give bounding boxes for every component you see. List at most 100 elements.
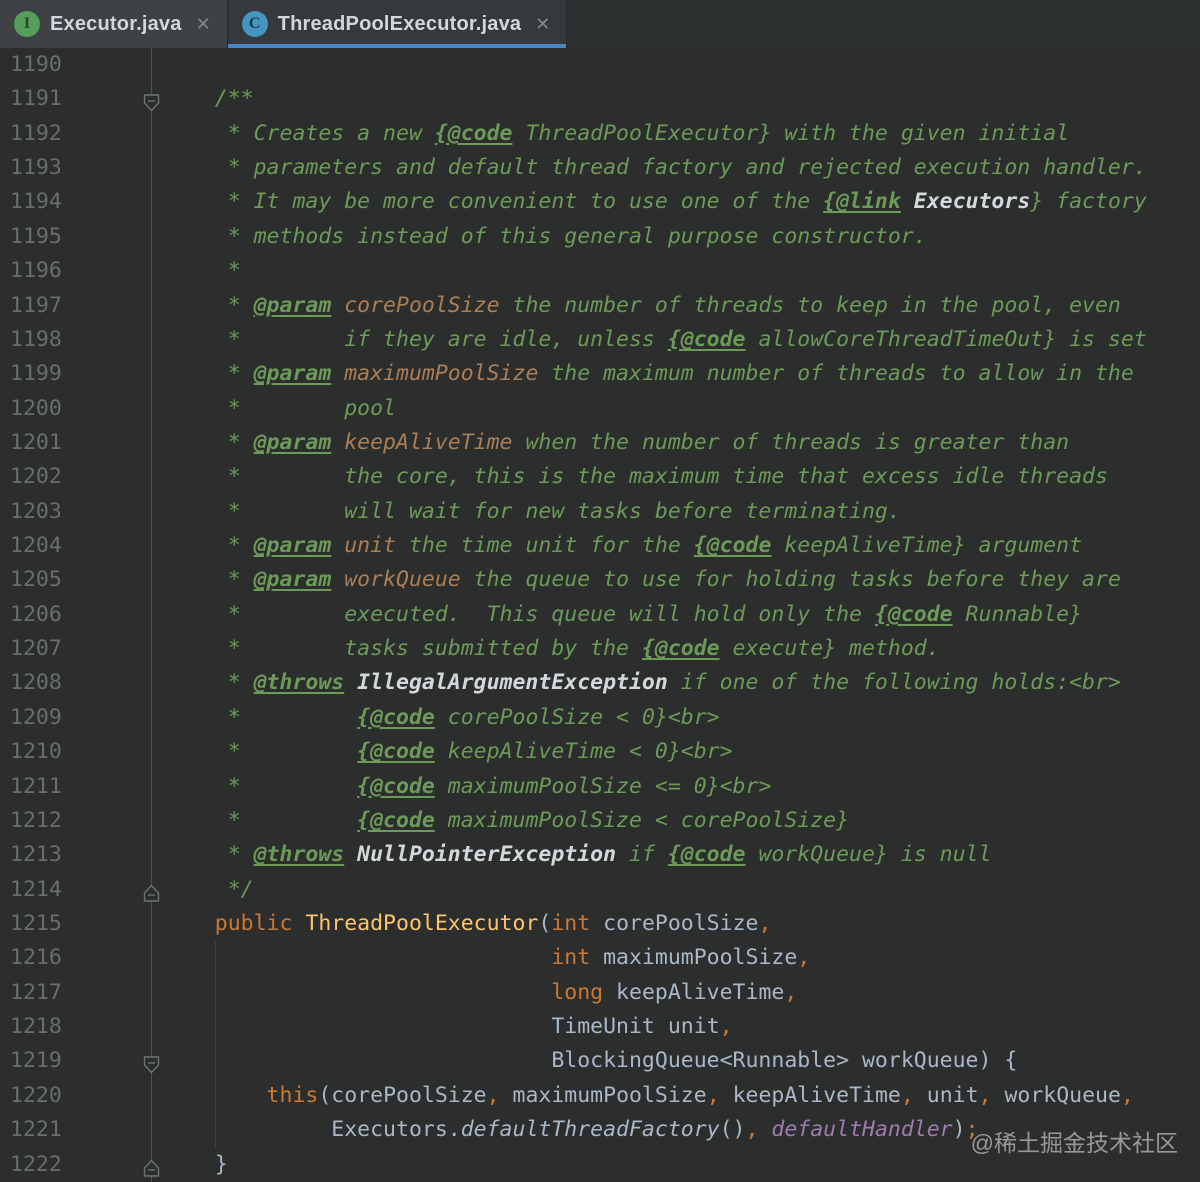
code-text[interactable]: } xyxy=(163,1148,228,1182)
line-number[interactable]: 1207 xyxy=(0,632,62,666)
code-text[interactable]: * {@code corePoolSize < 0}<br> xyxy=(163,701,720,735)
fold-gutter xyxy=(62,598,163,632)
line-number[interactable]: 1216 xyxy=(0,941,62,975)
line-number[interactable]: 1199 xyxy=(0,357,62,391)
code-text[interactable]: * @param maximumPoolSize the maximum num… xyxy=(163,357,1134,391)
fold-collapse-end-icon[interactable] xyxy=(141,1155,162,1177)
code-text[interactable]: * Creates a new {@code ThreadPoolExecuto… xyxy=(163,117,1069,151)
close-icon[interactable]: ✕ xyxy=(196,14,211,35)
code-editor[interactable]: 1190 1191 /** 1192 * Creates a new {@code … xyxy=(0,48,1200,1182)
code-text[interactable]: * @param corePoolSize the number of thre… xyxy=(163,289,1121,323)
fold-gutter xyxy=(62,632,163,666)
code-text[interactable]: public ThreadPoolExecutor(int corePoolSi… xyxy=(163,907,772,941)
code-text[interactable]: * pool xyxy=(163,392,396,426)
line-number[interactable]: 1192 xyxy=(0,117,62,151)
code-text[interactable]: int maximumPoolSize, xyxy=(163,941,810,975)
line-number[interactable]: 1208 xyxy=(0,666,62,700)
line-number[interactable]: 1219 xyxy=(0,1044,62,1078)
line-number[interactable]: 1202 xyxy=(0,460,62,494)
code-line: 1208 * @throws IllegalArgumentException … xyxy=(0,666,1200,700)
code-line: 1212 * {@code maximumPoolSize < corePool… xyxy=(0,804,1200,838)
code-line: 1190 xyxy=(0,48,1200,82)
code-line: 1215 public ThreadPoolExecutor(int coreP… xyxy=(0,907,1200,941)
fold-collapse-start-icon[interactable] xyxy=(141,90,162,112)
code-text[interactable]: * if they are idle, unless {@code allowC… xyxy=(163,323,1147,357)
code-text[interactable]: * parameters and default thread factory … xyxy=(163,151,1147,185)
code-text[interactable]: long keepAliveTime, xyxy=(163,976,797,1010)
code-text[interactable]: /** xyxy=(163,82,254,116)
fold-gutter xyxy=(62,151,163,185)
fold-gutter xyxy=(62,770,163,804)
fold-gutter xyxy=(62,1079,163,1113)
fold-gutter xyxy=(62,323,163,357)
code-text[interactable]: * @param workQueue the queue to use for … xyxy=(163,563,1121,597)
code-text[interactable]: * @throws IllegalArgumentException if on… xyxy=(163,666,1121,700)
code-text[interactable]: Executors.defaultThreadFactory(), defaul… xyxy=(163,1113,978,1147)
line-number[interactable]: 1197 xyxy=(0,289,62,323)
line-number[interactable]: 1218 xyxy=(0,1010,62,1044)
code-text[interactable]: * @param unit the time unit for the {@co… xyxy=(163,529,1082,563)
line-number[interactable]: 1214 xyxy=(0,873,62,907)
fold-gutter xyxy=(62,666,163,700)
line-number[interactable]: 1205 xyxy=(0,563,62,597)
code-text[interactable]: * tasks submitted by the {@code execute}… xyxy=(163,632,940,666)
interface-icon: I xyxy=(14,11,40,37)
code-text[interactable]: * {@code maximumPoolSize < corePoolSize} xyxy=(163,804,849,838)
line-number[interactable]: 1222 xyxy=(0,1148,62,1182)
watermark-text: @稀土掘金技术社区 xyxy=(970,1130,1178,1156)
code-text[interactable]: * {@code keepAliveTime < 0}<br> xyxy=(163,735,733,769)
line-number[interactable]: 1204 xyxy=(0,529,62,563)
line-number[interactable]: 1211 xyxy=(0,770,62,804)
code-text[interactable]: BlockingQueue<Runnable> workQueue) { xyxy=(163,1044,1017,1078)
tab-threadpoolexecutor-java[interactable]: C ThreadPoolExecutor.java ✕ xyxy=(227,0,568,48)
code-text[interactable]: * xyxy=(163,254,241,288)
fold-gutter xyxy=(62,82,163,116)
fold-collapse-end-icon[interactable] xyxy=(141,880,162,902)
code-text[interactable]: * @param keepAliveTime when the number o… xyxy=(163,426,1069,460)
code-text[interactable]: * It may be more convenient to use one o… xyxy=(163,185,1147,219)
line-number[interactable]: 1221 xyxy=(0,1113,62,1147)
fold-collapse-start-icon[interactable] xyxy=(141,1052,162,1074)
code-text[interactable]: */ xyxy=(163,873,254,907)
code-line: 1202 * the core, this is the maximum tim… xyxy=(0,460,1200,494)
line-number[interactable]: 1191 xyxy=(0,82,62,116)
line-number[interactable]: 1196 xyxy=(0,254,62,288)
code-text[interactable]: * methods instead of this general purpos… xyxy=(163,220,927,254)
tab-executor-java[interactable]: I Executor.java ✕ xyxy=(0,0,228,48)
fold-gutter xyxy=(62,220,163,254)
line-number[interactable]: 1212 xyxy=(0,804,62,838)
code-line: 1199 * @param maximumPoolSize the maximu… xyxy=(0,357,1200,391)
line-number[interactable]: 1215 xyxy=(0,907,62,941)
code-line: 1216 int maximumPoolSize, xyxy=(0,941,1200,975)
line-number[interactable]: 1190 xyxy=(0,48,62,82)
code-line: 1217 long keepAliveTime, xyxy=(0,976,1200,1010)
fold-gutter xyxy=(62,48,163,82)
code-text[interactable]: * the core, this is the maximum time tha… xyxy=(163,460,1108,494)
fold-gutter xyxy=(62,254,163,288)
line-number[interactable]: 1213 xyxy=(0,838,62,872)
line-number[interactable]: 1195 xyxy=(0,220,62,254)
fold-gutter xyxy=(62,873,163,907)
line-number[interactable]: 1210 xyxy=(0,735,62,769)
code-text[interactable]: * {@code maximumPoolSize <= 0}<br> xyxy=(163,770,772,804)
line-number[interactable]: 1220 xyxy=(0,1079,62,1113)
code-line: 1198 * if they are idle, unless {@code a… xyxy=(0,323,1200,357)
line-number[interactable]: 1201 xyxy=(0,426,62,460)
line-number[interactable]: 1217 xyxy=(0,976,62,1010)
code-text[interactable]: * will wait for new tasks before termina… xyxy=(163,495,901,529)
code-text[interactable]: * @throws NullPointerException if {@code… xyxy=(163,838,992,872)
line-number[interactable]: 1206 xyxy=(0,598,62,632)
code-text[interactable]: TimeUnit unit, xyxy=(163,1010,732,1044)
line-number[interactable]: 1194 xyxy=(0,185,62,219)
line-number[interactable]: 1200 xyxy=(0,392,62,426)
close-icon[interactable]: ✕ xyxy=(535,14,550,35)
line-number[interactable]: 1198 xyxy=(0,323,62,357)
code-line: 1194 * It may be more convenient to use … xyxy=(0,185,1200,219)
line-number[interactable]: 1203 xyxy=(0,495,62,529)
line-number[interactable]: 1209 xyxy=(0,701,62,735)
line-number[interactable]: 1193 xyxy=(0,151,62,185)
fold-gutter xyxy=(62,1148,163,1182)
code-text[interactable]: this(corePoolSize, maximumPoolSize, keep… xyxy=(163,1079,1134,1113)
fold-gutter xyxy=(62,392,163,426)
code-text[interactable]: * executed. This queue will hold only th… xyxy=(163,598,1082,632)
